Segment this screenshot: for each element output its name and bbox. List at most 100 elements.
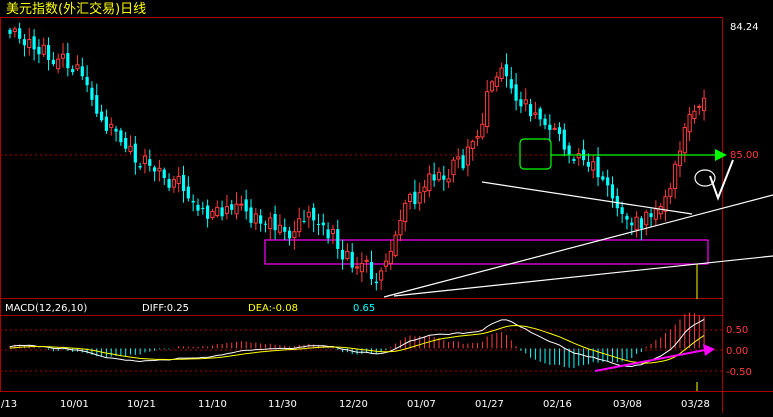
- candle-body-up: [446, 178, 451, 183]
- candle-body-down: [350, 251, 354, 268]
- candle-body-up: [277, 224, 283, 233]
- candle-body-up: [668, 188, 673, 197]
- candle-body-up: [677, 150, 683, 167]
- candle-body-down: [230, 204, 234, 210]
- candle-body-up: [109, 123, 114, 128]
- candle-body-up: [456, 156, 461, 160]
- projected-path-line: [709, 159, 734, 201]
- macd-divergence-line: [594, 349, 706, 372]
- candle-body-up: [292, 231, 297, 238]
- candle-body-up: [176, 175, 181, 184]
- candle-body-down: [119, 130, 123, 143]
- candle-body-down: [287, 230, 292, 239]
- chart-window: 美元指数(外汇交易)日线 84.24 85.00 MACD(12,26,10) …: [0, 0, 773, 413]
- candle-body-down: [104, 116, 108, 131]
- candle-body-down: [85, 76, 89, 86]
- macd-lines-layer: [9, 318, 705, 368]
- x-label: 02/16: [543, 399, 572, 410]
- candle-body-down: [138, 165, 142, 168]
- x-label: 12/20: [339, 399, 368, 410]
- candle-body-down: [206, 205, 210, 219]
- candle-body-up: [210, 210, 215, 218]
- candle-body-up: [75, 64, 80, 70]
- candle-body-down: [601, 176, 605, 180]
- candle-body-up: [533, 112, 538, 115]
- candle-body-up: [489, 81, 495, 92]
- candle-body-down: [442, 175, 446, 180]
- candle-body-down: [514, 84, 518, 101]
- candle-body-up: [436, 171, 442, 181]
- candle-body-down: [71, 69, 75, 73]
- candle-body-down: [46, 45, 51, 60]
- candle-body-up: [663, 196, 668, 212]
- candle-body-down: [374, 281, 378, 284]
- candle-body-down: [153, 167, 157, 172]
- falling-trendline: [481, 181, 693, 215]
- candle-body-up: [427, 173, 432, 192]
- price-label-level: 85.00: [730, 150, 759, 161]
- candle-body-down: [273, 213, 277, 231]
- candle-body-up: [60, 53, 66, 59]
- candle-body-up: [523, 99, 528, 105]
- candle-body-down: [538, 108, 542, 120]
- candle-body-down: [630, 222, 634, 226]
- candle-body-up: [330, 228, 336, 235]
- x-label: 03/08: [613, 399, 642, 410]
- candle-body-up: [383, 260, 389, 267]
- candle-body-down: [8, 29, 12, 34]
- macd-dea-readout: DEA:-0.08: [248, 303, 298, 314]
- candle-body-up: [128, 145, 133, 152]
- candle-body-up: [234, 203, 239, 215]
- candle-body-down: [99, 111, 104, 121]
- candle-body-up: [41, 44, 46, 55]
- x-label: /13: [1, 399, 17, 410]
- candle-body-up: [403, 202, 408, 223]
- macd-diff-line: [9, 318, 705, 368]
- candle-body-down: [336, 229, 340, 249]
- candle-body-down: [191, 200, 195, 203]
- candle-body-down: [148, 159, 152, 166]
- candle-body-up: [692, 110, 697, 120]
- candle-body-down: [22, 39, 27, 46]
- candle-body-up: [644, 211, 649, 226]
- candle-body-down: [133, 143, 137, 163]
- candle-body-down: [244, 199, 248, 212]
- candle-body-down: [326, 229, 330, 239]
- candle-body-up: [494, 76, 499, 87]
- support-range-box: [264, 239, 709, 265]
- x-label: 03/28: [681, 399, 710, 410]
- candle-body-down: [249, 207, 253, 223]
- candle-body-up: [485, 91, 490, 128]
- candle-body-down: [572, 159, 576, 161]
- rising-trendline: [383, 194, 773, 298]
- candle-body-up: [552, 127, 557, 130]
- macd-tick-zero: 0.00: [726, 346, 748, 357]
- candle-body-up: [142, 155, 148, 164]
- candle-body-down: [32, 36, 36, 50]
- candle-body-down: [528, 104, 533, 117]
- x-label: 10/21: [127, 399, 156, 410]
- x-label: 11/10: [198, 399, 227, 410]
- chart-svg: 美元指数(外汇交易)日线 84.24 85.00 MACD(12,26,10) …: [0, 1, 773, 413]
- macd-label: MACD(12,26,10): [5, 303, 87, 314]
- candle-body-down: [413, 191, 417, 205]
- candle-body-down: [283, 226, 287, 232]
- candle-body-down: [316, 223, 321, 225]
- candle-body-up: [407, 193, 413, 203]
- candle-body-up: [354, 266, 360, 269]
- candle-body-down: [596, 156, 600, 178]
- candle-body-down: [51, 59, 55, 64]
- candle-body-up: [673, 163, 678, 189]
- candle-body-up: [687, 114, 692, 133]
- candle-body-down: [259, 215, 263, 224]
- candle-body-down: [201, 207, 205, 210]
- x-label: 01/27: [475, 399, 504, 410]
- candle-body-down: [606, 177, 610, 186]
- candles-layer: [8, 22, 707, 291]
- candle-body-down: [220, 207, 224, 217]
- candle-body-down: [80, 66, 84, 77]
- candle-body-up: [417, 192, 422, 204]
- candle-body-up: [157, 167, 162, 172]
- candle-body-down: [567, 145, 571, 155]
- candle-body-down: [66, 53, 70, 69]
